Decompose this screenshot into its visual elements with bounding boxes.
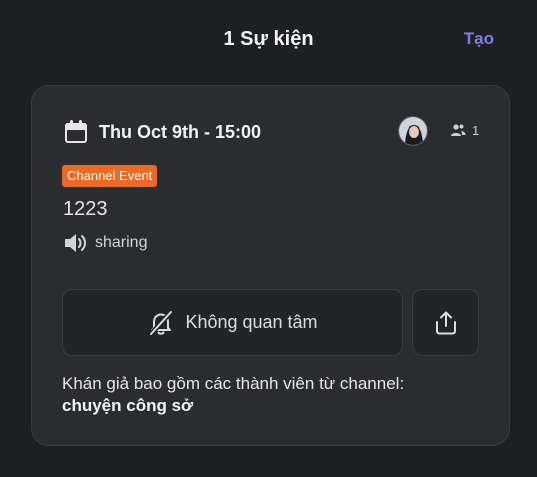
people-icon	[450, 122, 466, 138]
event-date-row: Thu Oct 9th - 15:00	[63, 118, 261, 146]
event-name: 1223	[63, 198, 108, 220]
event-date: Thu Oct 9th - 15:00	[99, 121, 262, 142]
audience-text: Khán giả bao gồm các thành viên từ chann…	[62, 374, 405, 393]
events-screen: 1 Sự kiện Tạo Thu Oct 9th - 15:00 1 Chan…	[0, 0, 537, 477]
share-button[interactable]	[412, 289, 479, 356]
attendee-count: 1	[472, 122, 480, 138]
avatar[interactable]	[398, 116, 428, 146]
share-icon	[435, 311, 456, 334]
page-title: 1 Sự kiện	[223, 28, 314, 50]
calendar-icon	[63, 119, 89, 145]
create-button[interactable]: Tạo	[464, 29, 494, 49]
event-card[interactable]: Thu Oct 9th - 15:00 1 Channel Event 1223…	[31, 85, 510, 446]
attendees[interactable]: 1	[450, 122, 479, 138]
event-location: sharing	[63, 232, 147, 254]
speaker-icon	[63, 232, 87, 254]
channel-event-badge: Channel Event	[62, 165, 158, 187]
location-name: sharing	[95, 234, 148, 251]
channel-name[interactable]: chuyện công sở	[62, 395, 482, 417]
not-interested-button[interactable]: Không quan tâm	[62, 289, 403, 356]
bell-off-icon	[147, 309, 175, 337]
audience-info: Khán giả bao gồm các thành viên từ chann…	[62, 373, 482, 417]
not-interested-label: Không quan tâm	[185, 312, 318, 332]
header: 1 Sự kiện Tạo	[0, 0, 537, 80]
